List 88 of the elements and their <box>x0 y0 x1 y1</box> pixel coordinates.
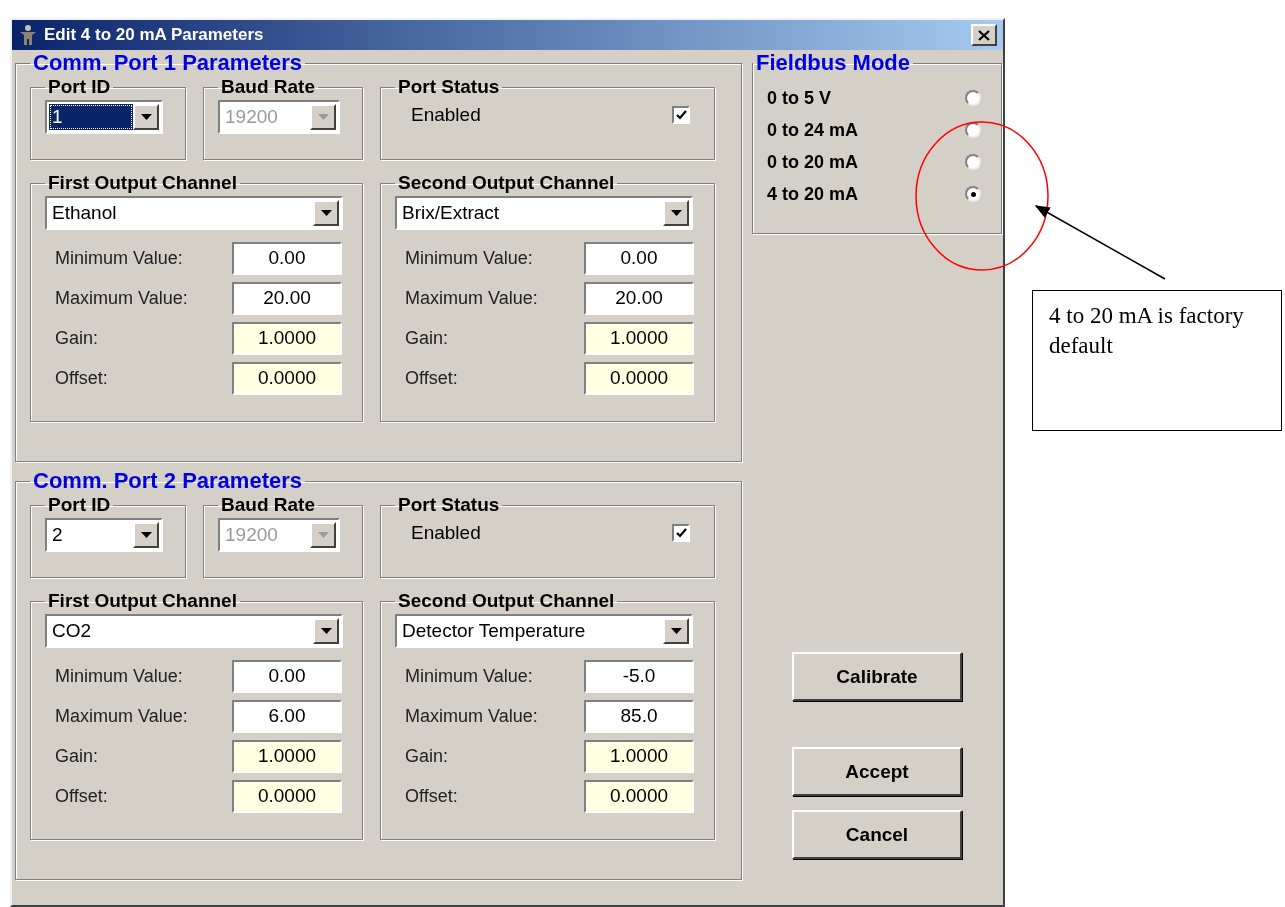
readout-field[interactable]: 0.0000 <box>232 361 342 395</box>
checkbox[interactable] <box>672 524 690 542</box>
dropdown-arrow-icon <box>140 114 152 120</box>
close-button[interactable] <box>971 24 997 46</box>
close-icon <box>978 29 990 41</box>
radio-label: 0 to 24 mA <box>767 119 859 141</box>
dropdown-button[interactable] <box>663 200 689 226</box>
group-title: Port ID <box>47 76 112 98</box>
readout-field[interactable]: 1.0000 <box>232 739 342 773</box>
input-field[interactable]: 6.00 <box>232 699 342 733</box>
dropdown-field[interactable]: 2 <box>45 518 163 552</box>
dropdown-field[interactable]: 1 <box>45 100 163 134</box>
dropdown-field[interactable]: Detector Temperature <box>395 614 693 648</box>
input-field[interactable]: 0.00 <box>232 241 342 275</box>
field-label: Offset: <box>55 367 108 389</box>
checkbox-label: Enabled <box>411 104 481 126</box>
field-label: Gain: <box>55 327 99 349</box>
readout-field[interactable]: 0.0000 <box>584 779 694 813</box>
dialog-button[interactable]: Cancel <box>792 810 962 859</box>
group-title: Comm. Port 2 Parameters <box>32 468 303 494</box>
group-title: Port ID <box>47 494 112 516</box>
radio-button[interactable] <box>965 154 981 170</box>
group-title: Second Output Channel <box>397 590 616 612</box>
group-title: Fieldbus Mode <box>755 50 911 76</box>
dropdown-button[interactable] <box>133 522 159 548</box>
dropdown-arrow-icon <box>317 532 329 538</box>
dropdown-arrow-icon <box>670 628 682 634</box>
radio-button[interactable] <box>965 90 981 106</box>
field-label: Minimum Value: <box>405 665 533 687</box>
readout-field[interactable]: 0.0000 <box>232 779 342 813</box>
dropdown-button[interactable] <box>313 618 339 644</box>
radio-button[interactable] <box>965 186 981 202</box>
readout-field[interactable]: 1.0000 <box>584 321 694 355</box>
field-label: Minimum Value: <box>405 247 533 269</box>
field-label: Offset: <box>405 785 458 807</box>
checkbox[interactable] <box>672 106 690 124</box>
dropdown-arrow-icon <box>670 210 682 216</box>
dropdown-arrow-icon <box>317 114 329 120</box>
field-label: Maximum Value: <box>405 287 538 309</box>
input-field[interactable]: -5.0 <box>584 659 694 693</box>
dropdown-button[interactable] <box>310 522 336 548</box>
dropdown-button[interactable] <box>313 200 339 226</box>
dropdown-field[interactable]: Brix/Extract <box>395 196 693 230</box>
dropdown-button[interactable] <box>133 104 159 130</box>
annotation-note: 4 to 20 mA is factory default <box>1032 290 1282 431</box>
dropdown-field[interactable]: CO2 <box>45 614 343 648</box>
group-title: First Output Channel <box>47 590 238 612</box>
field-label: Gain: <box>405 745 449 767</box>
group-title: Baud Rate <box>220 494 316 516</box>
field-label: Gain: <box>405 327 449 349</box>
readout-field[interactable]: 1.0000 <box>232 321 342 355</box>
field-label: Minimum Value: <box>55 247 183 269</box>
input-field[interactable]: 0.00 <box>584 241 694 275</box>
checkbox-label: Enabled <box>411 522 481 544</box>
radio-label: 4 to 20 mA <box>767 183 859 205</box>
radio-label: 0 to 5 V <box>767 87 832 109</box>
dropdown-arrow-icon <box>140 532 152 538</box>
group-title: Comm. Port 1 Parameters <box>32 50 303 76</box>
input-field[interactable]: 20.00 <box>584 281 694 315</box>
window-title: Edit 4 to 20 mA Parameters <box>44 25 265 45</box>
group-title: Port Status <box>397 494 501 516</box>
field-label: Gain: <box>55 745 99 767</box>
group-title: Port Status <box>397 76 501 98</box>
figure-icon <box>18 24 38 46</box>
field-label: Offset: <box>55 785 108 807</box>
group-title: First Output Channel <box>47 172 238 194</box>
group-title: Second Output Channel <box>397 172 616 194</box>
dropdown-button[interactable] <box>663 618 689 644</box>
radio-label: 0 to 20 mA <box>767 151 859 173</box>
field-label: Maximum Value: <box>55 705 188 727</box>
field-label: Maximum Value: <box>55 287 188 309</box>
dialog-button[interactable]: Calibrate <box>792 652 962 701</box>
field-label: Offset: <box>405 367 458 389</box>
dialog-button[interactable]: Accept <box>792 747 962 796</box>
readout-field[interactable]: 0.0000 <box>584 361 694 395</box>
checkmark-icon <box>675 110 687 120</box>
field-label: Maximum Value: <box>405 705 538 727</box>
field-label: Minimum Value: <box>55 665 183 687</box>
input-field[interactable]: 0.00 <box>232 659 342 693</box>
dropdown-field[interactable]: Ethanol <box>45 196 343 230</box>
dropdown-arrow-icon <box>320 210 332 216</box>
dropdown-button[interactable] <box>310 104 336 130</box>
input-field[interactable]: 85.0 <box>584 699 694 733</box>
dropdown-arrow-icon <box>320 628 332 634</box>
input-field[interactable]: 20.00 <box>232 281 342 315</box>
group-title: Baud Rate <box>220 76 316 98</box>
readout-field[interactable]: 1.0000 <box>584 739 694 773</box>
checkmark-icon <box>675 528 687 538</box>
